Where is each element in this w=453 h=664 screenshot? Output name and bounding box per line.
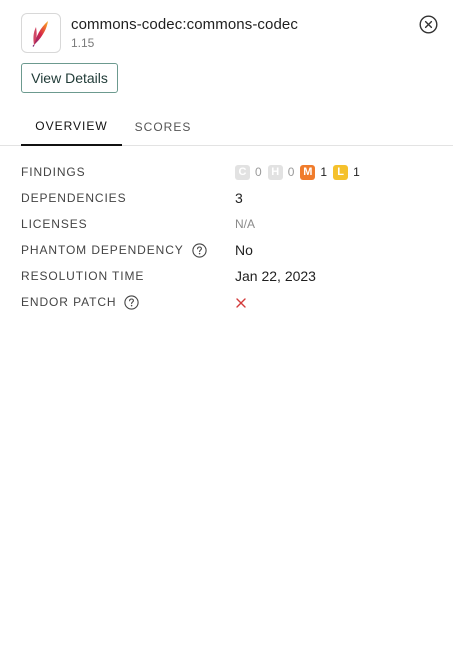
package-detail-panel: commons-codec:commons-codec 1.15 View De…	[0, 0, 453, 664]
package-name: commons-codec:commons-codec	[71, 16, 298, 33]
findings-summary: C 0 H 0 M 1 L 1	[235, 164, 366, 180]
question-circle-icon[interactable]	[124, 294, 140, 310]
critical-count: 0	[255, 165, 262, 179]
low-findings[interactable]: L 1	[333, 164, 360, 180]
high-badge: H	[267, 164, 283, 180]
dependencies-row: DEPENDENCIES 3	[21, 185, 441, 211]
high-count: 0	[287, 165, 295, 179]
low-badge: L	[333, 164, 349, 180]
x-icon	[235, 296, 247, 308]
dependencies-value: 3	[235, 190, 243, 206]
close-circle-icon[interactable]	[419, 15, 438, 34]
critical-findings[interactable]: C 0	[235, 164, 262, 180]
phantom-dependency-row: PHANTOM DEPENDENCY No	[21, 237, 441, 263]
low-count: 1	[353, 165, 360, 179]
package-header: commons-codec:commons-codec 1.15	[21, 13, 298, 53]
endor-patch-row: ENDOR PATCH	[21, 289, 441, 315]
phantom-dependency-label: PHANTOM DEPENDENCY	[21, 243, 184, 257]
package-version: 1.15	[71, 36, 95, 50]
high-findings[interactable]: H 0	[267, 164, 295, 180]
medium-badge: M	[300, 164, 316, 180]
view-details-button[interactable]: View Details	[21, 63, 118, 93]
resolution-time-value: Jan 22, 2023	[235, 268, 316, 284]
close-button[interactable]	[419, 15, 438, 34]
resolution-time-label: RESOLUTION TIME	[21, 269, 145, 283]
licenses-label: LICENSES	[21, 217, 88, 231]
endor-patch-label: ENDOR PATCH	[21, 295, 117, 309]
tab-scores[interactable]: SCORES	[122, 108, 204, 145]
phantom-dependency-value: No	[235, 242, 253, 258]
question-circle-icon[interactable]	[192, 242, 207, 258]
findings-label: FINDINGS	[21, 165, 86, 179]
tab-bar: OVERVIEW SCORES	[0, 108, 453, 146]
medium-count: 1	[320, 165, 328, 179]
tab-overview[interactable]: OVERVIEW	[21, 108, 122, 146]
licenses-value: N/A	[235, 217, 256, 231]
overview-list: FINDINGS C 0 H 0 M 1 L 1 DEPENDENCIES 3 …	[21, 159, 441, 315]
dependencies-label: DEPENDENCIES	[21, 191, 127, 205]
critical-badge: C	[235, 164, 250, 180]
licenses-row: LICENSES N/A	[21, 211, 441, 237]
package-logo	[21, 13, 61, 53]
medium-findings[interactable]: M 1	[300, 164, 328, 180]
findings-row: FINDINGS C 0 H 0 M 1 L 1	[21, 159, 441, 185]
apache-feather-icon	[32, 21, 48, 47]
resolution-time-row: RESOLUTION TIME Jan 22, 2023	[21, 263, 441, 289]
